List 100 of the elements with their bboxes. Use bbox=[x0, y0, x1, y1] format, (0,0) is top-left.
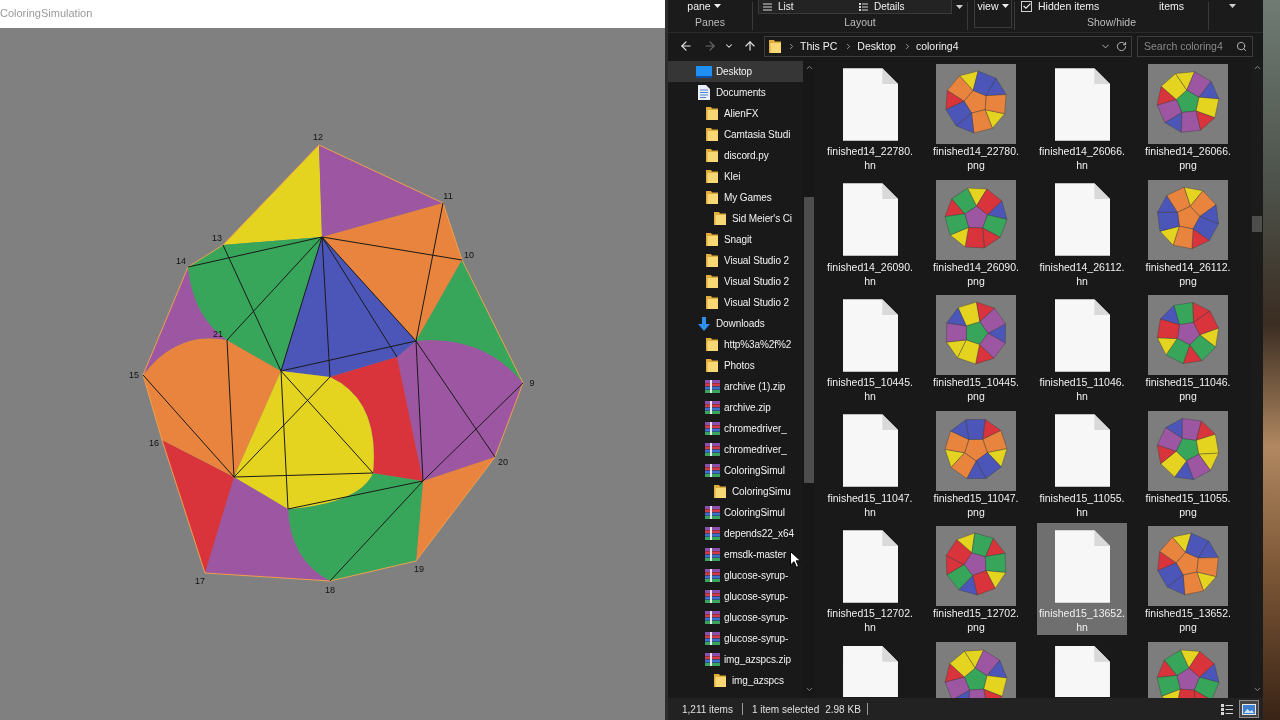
node-label: 15 bbox=[129, 370, 139, 380]
nav-item[interactable]: Klei bbox=[668, 166, 803, 187]
nav-item[interactable]: Documents bbox=[668, 82, 803, 103]
file-item[interactable]: finished15_11046.hn bbox=[1037, 292, 1127, 404]
book-stack-icon bbox=[704, 527, 720, 540]
refresh-icon[interactable] bbox=[1116, 40, 1127, 52]
nav-item[interactable]: emsdk-master bbox=[668, 544, 803, 565]
download-icon bbox=[697, 316, 711, 331]
node-label: 16 bbox=[149, 438, 159, 448]
folder-icon bbox=[714, 674, 726, 687]
nav-item[interactable]: depends22_x64 bbox=[668, 523, 803, 544]
file-item[interactable]: finished15_12702.png bbox=[931, 523, 1021, 635]
file-item[interactable]: finished15_11047.png bbox=[931, 407, 1021, 520]
address-bar[interactable]: This PC Desktop coloring4 bbox=[764, 35, 1132, 57]
ribbon-group-label: Show/hide bbox=[1086, 16, 1136, 28]
nav-item[interactable]: AlienFX bbox=[668, 103, 803, 124]
file-item[interactable]: finished15_12702.hn bbox=[825, 523, 915, 635]
file-item[interactable]: finished14_22780.png bbox=[931, 61, 1021, 173]
window-title: ColoringSimulation bbox=[0, 7, 93, 19]
file-item[interactable]: finished14_26090.png bbox=[931, 176, 1021, 289]
nav-item[interactable]: glucose-syrup- bbox=[668, 607, 803, 628]
file-item[interactable]: finished14_26090.hn bbox=[825, 176, 915, 289]
book-stack-icon bbox=[704, 569, 720, 582]
view-mode-button[interactable] bbox=[1239, 700, 1259, 718]
file-item[interactable]: finished14_26112.hn bbox=[1037, 176, 1127, 289]
nav-item[interactable]: Sid Meier's Ci bbox=[668, 208, 803, 229]
search-field[interactable]: Search coloring4 bbox=[1137, 35, 1253, 57]
search-icon bbox=[1236, 40, 1247, 52]
book-stack-icon bbox=[704, 611, 720, 624]
scrollbar-thumb[interactable] bbox=[1252, 216, 1262, 232]
file-item[interactable]: finished15_11055.png bbox=[1143, 407, 1233, 520]
large-icons-view-icon bbox=[1242, 703, 1256, 715]
ribbon-button[interactable]: items bbox=[1158, 0, 1184, 12]
file-item[interactable]: finished15_13652.png bbox=[1143, 523, 1233, 635]
chevron-down-icon[interactable] bbox=[804, 685, 814, 694]
file-item[interactable]: finished15_10445.png bbox=[931, 292, 1021, 404]
node-label: 13 bbox=[212, 233, 222, 243]
breadcrumb-item[interactable]: coloring4 bbox=[914, 40, 960, 52]
nav-item[interactable]: Photos bbox=[668, 355, 803, 376]
node-label: 9 bbox=[529, 378, 535, 388]
nav-item[interactable]: discord.py bbox=[668, 145, 803, 166]
chevron-down-icon bbox=[724, 41, 734, 51]
nav-item[interactable]: img_azspcs bbox=[668, 670, 803, 691]
book-stack-icon bbox=[704, 653, 720, 666]
nav-item[interactable]: Visual Studio 2 bbox=[668, 292, 803, 313]
file-item[interactable]: finished14_26066.hn bbox=[1037, 61, 1127, 173]
ribbon-button[interactable]: pane bbox=[687, 0, 721, 12]
nav-item[interactable]: archive.zip bbox=[668, 397, 803, 418]
nav-item[interactable]: Snagit bbox=[668, 229, 803, 250]
nav-item[interactable]: chromedriver_ bbox=[668, 439, 803, 460]
chevron-up-icon[interactable] bbox=[804, 63, 814, 72]
book-stack-icon bbox=[704, 632, 720, 645]
nav-item[interactable]: Visual Studio 2 bbox=[668, 271, 803, 292]
document-icon bbox=[842, 67, 898, 141]
nav-item[interactable]: glucose-syrup- bbox=[668, 586, 803, 607]
ribbon-button[interactable]: view bbox=[974, 0, 1012, 28]
file-item[interactable]: finished14_26112.png bbox=[1143, 176, 1233, 289]
nav-item[interactable]: http%3a%2f%2 bbox=[668, 334, 803, 355]
nav-item[interactable]: ColoringSimul bbox=[668, 460, 803, 481]
layout-option[interactable]: Details bbox=[855, 0, 951, 13]
file-item[interactable]: finished14_26066.png bbox=[1143, 61, 1233, 173]
folder-icon bbox=[706, 233, 718, 246]
scrollbar-thumb[interactable] bbox=[804, 197, 814, 483]
chevron-up-icon[interactable] bbox=[1252, 63, 1262, 72]
book-stack-icon bbox=[704, 464, 720, 477]
nav-item[interactable]: My Games bbox=[668, 187, 803, 208]
file-item[interactable]: finished15_11055.hn bbox=[1037, 407, 1127, 520]
nav-item[interactable]: archive (1).zip bbox=[668, 376, 803, 397]
nav-item[interactable]: Downloads bbox=[668, 313, 803, 334]
layout-option[interactable]: List bbox=[759, 0, 855, 13]
up-button[interactable] bbox=[742, 38, 758, 54]
nav-item[interactable]: Visual Studio 2 bbox=[668, 250, 803, 271]
nav-item[interactable]: Camtasia Studi bbox=[668, 124, 803, 145]
file-item[interactable]: finished15_11046.png bbox=[1143, 292, 1233, 404]
document-icon bbox=[842, 645, 898, 697]
nav-item[interactable]: ColoringSimu bbox=[668, 481, 803, 502]
document-icon bbox=[1054, 645, 1110, 697]
book-stack-icon bbox=[704, 590, 720, 603]
breadcrumb-item[interactable]: Desktop bbox=[856, 40, 897, 52]
document-icon bbox=[1054, 414, 1110, 487]
folder-icon bbox=[706, 359, 718, 372]
file-item[interactable]: finished15_10445.hn bbox=[825, 292, 915, 404]
node-label: 17 bbox=[195, 576, 205, 586]
nav-item[interactable]: chromedriver_ bbox=[668, 418, 803, 439]
nav-item[interactable]: glucose-syrup- bbox=[668, 565, 803, 586]
nav-item[interactable]: img_azspcs.zip bbox=[668, 649, 803, 670]
ribbon-group-label: Layout bbox=[844, 16, 876, 28]
file-item[interactable]: finished15_11047.hn bbox=[825, 407, 915, 520]
file-item[interactable]: finished14_22780.hn bbox=[825, 61, 915, 173]
book-stack-icon bbox=[704, 401, 720, 414]
nav-item[interactable]: Desktop bbox=[668, 61, 803, 82]
checkbox[interactable] bbox=[1021, 0, 1032, 12]
breadcrumb-item[interactable]: This PC bbox=[799, 40, 839, 52]
nav-item[interactable]: glucose-syrup- bbox=[668, 628, 803, 649]
chevron-down-icon[interactable] bbox=[1252, 685, 1262, 694]
item-count-text: 1,211 items bbox=[682, 702, 733, 717]
caret-icon bbox=[1001, 4, 1009, 8]
file-item[interactable]: finished15_13652.hn bbox=[1037, 523, 1127, 635]
nav-item[interactable]: ColoringSimul bbox=[668, 502, 803, 523]
node-label: 20 bbox=[498, 457, 508, 467]
